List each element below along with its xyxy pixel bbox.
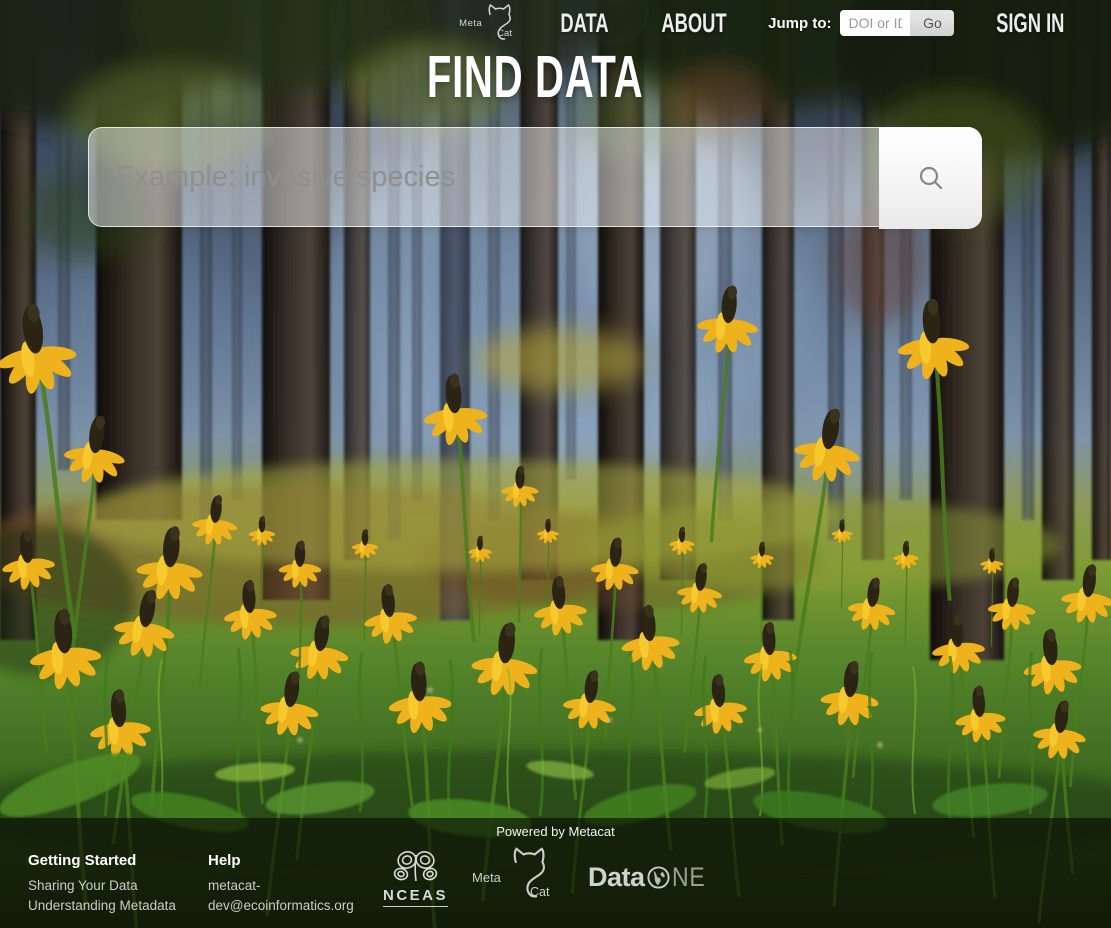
metacat-header-logo[interactable]: Meta Cat [459, 1, 523, 45]
search-button[interactable] [879, 127, 982, 229]
support-email-link[interactable]: metacat-dev@ecoinformatics.org [208, 876, 368, 916]
magnifier-icon [917, 164, 945, 192]
top-navbar: Meta Cat DATA ABOUT Jump to: Go SIGN IN [0, 0, 1111, 46]
sign-in-link[interactable]: SIGN IN [980, 8, 1081, 39]
metacat-cat-text: Cat [530, 885, 549, 899]
metacat-find-data-page: Meta Cat DATA ABOUT Jump to: Go SIGN IN … [0, 0, 1111, 928]
metacat-meta-text: Meta [472, 870, 501, 885]
nceas-butterfly-icon [387, 848, 445, 886]
logo-meta-text: Meta [459, 18, 482, 29]
go-button[interactable]: Go [910, 10, 954, 36]
logo-cat-text: Cat [497, 28, 512, 39]
getting-started-column: Getting Started Sharing Your Data Unders… [28, 852, 193, 916]
nav-about-link[interactable]: ABOUT [646, 8, 742, 39]
getting-started-heading: Getting Started [28, 852, 193, 869]
page-title: FIND DATA [88, 46, 982, 108]
partner-logos: NCEAS Meta Cat Data NE [383, 844, 711, 910]
help-column: Help metacat-dev@ecoinformatics.org [208, 852, 368, 916]
jump-to-group: Jump to: Go [768, 10, 954, 36]
nceas-logo[interactable]: NCEAS [383, 848, 448, 907]
dataone-data-text: Data [588, 862, 645, 893]
nceas-wordmark: NCEAS [383, 887, 448, 907]
dataone-globe-icon [646, 865, 671, 890]
search-input[interactable] [89, 128, 869, 226]
help-heading: Help [208, 852, 368, 869]
doi-or-id-input[interactable] [840, 10, 910, 36]
hero-section: FIND DATA [88, 46, 982, 227]
metacat-footer-logo[interactable]: Meta Cat [472, 844, 564, 910]
powered-by-metacat-link[interactable]: Powered by Metacat [0, 824, 1111, 839]
jump-to-label: Jump to: [768, 15, 831, 32]
search-box [88, 127, 982, 227]
nav-data-link[interactable]: DATA [549, 8, 620, 39]
sharing-your-data-link[interactable]: Sharing Your Data [28, 876, 193, 896]
dataone-ne-text: NE [672, 862, 706, 893]
dataone-logo[interactable]: Data NE [588, 862, 711, 893]
understanding-metadata-link[interactable]: Understanding Metadata [28, 896, 193, 916]
footer: Powered by Metacat Getting Started Shari… [0, 818, 1111, 928]
